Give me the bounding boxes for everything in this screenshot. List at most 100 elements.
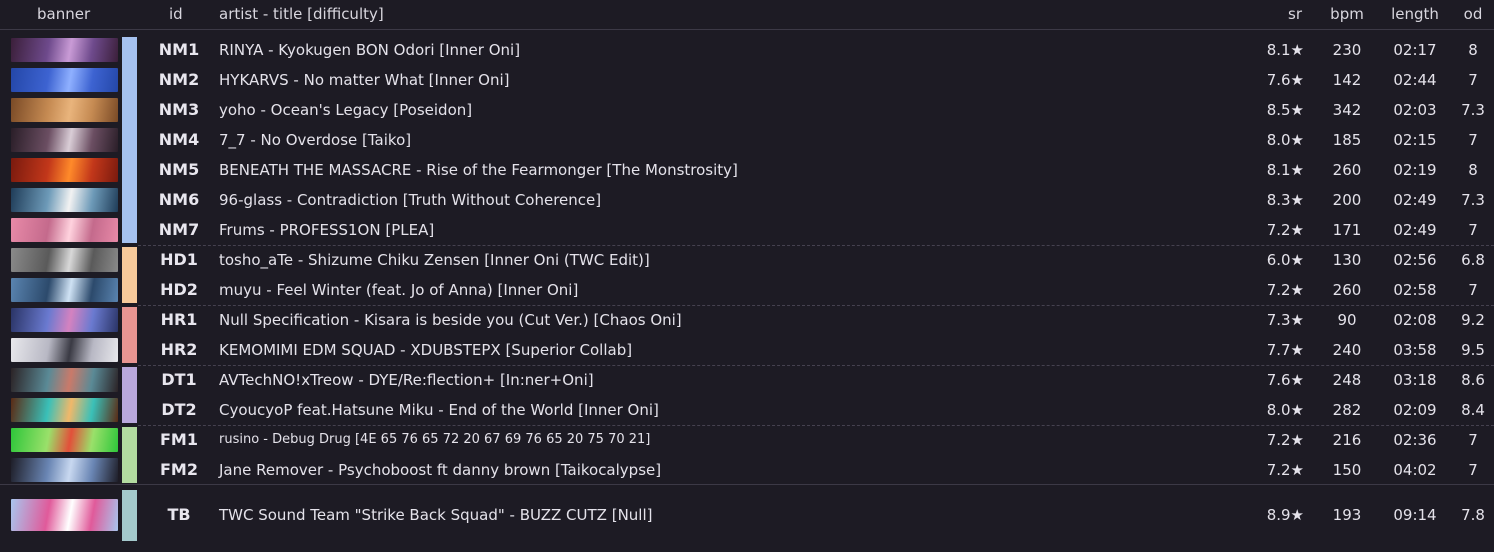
map-banner-image bbox=[11, 278, 118, 302]
mod-color-stripe-nm bbox=[122, 37, 137, 243]
map-id: DT1 bbox=[161, 370, 197, 389]
table-row[interactable]: NM5 BENEATH THE MASSACRE - Rise of the Fe… bbox=[0, 155, 1494, 185]
map-id: HR2 bbox=[160, 340, 198, 359]
length-value: 02:17 bbox=[1393, 41, 1437, 59]
length-value: 04:02 bbox=[1393, 461, 1437, 479]
column-header-od[interactable]: od bbox=[1454, 5, 1492, 23]
length-value: 02:44 bbox=[1393, 71, 1437, 89]
od-value: 7.3 bbox=[1461, 101, 1485, 119]
map-title[interactable]: Null Specification - Kisara is beside yo… bbox=[219, 311, 682, 329]
table-row[interactable]: HR1 Null Specification - Kisara is beside… bbox=[0, 305, 1494, 335]
table-row[interactable]: HD2 muyu - Feel Winter (feat. Jo of Anna)… bbox=[0, 275, 1494, 305]
length-value: 02:09 bbox=[1393, 401, 1437, 419]
column-header-bpm[interactable]: bpm bbox=[1318, 5, 1376, 23]
length-value: 02:15 bbox=[1393, 131, 1437, 149]
map-title[interactable]: KEMOMIMI EDM SQUAD - XDUBSTEPX [Superior… bbox=[219, 341, 632, 359]
map-title[interactable]: TWC Sound Team "Strike Back Squad" - BUZ… bbox=[219, 506, 652, 524]
star-rating: 7.3★ bbox=[1266, 311, 1304, 329]
table-row[interactable]: NM6 96-glass - Contradiction [Truth Witho… bbox=[0, 185, 1494, 215]
od-value: 8.4 bbox=[1461, 401, 1485, 419]
map-title[interactable]: 7_7 - No Overdose [Taiko] bbox=[219, 131, 411, 149]
map-banner-image bbox=[11, 128, 118, 152]
star-rating: 7.2★ bbox=[1266, 221, 1304, 239]
star-rating: 7.6★ bbox=[1266, 371, 1304, 389]
map-title[interactable]: muyu - Feel Winter (feat. Jo of Anna) [I… bbox=[219, 281, 578, 299]
map-id: TB bbox=[167, 505, 191, 524]
star-rating: 8.1★ bbox=[1266, 161, 1304, 179]
map-id: NM4 bbox=[158, 130, 200, 149]
od-value: 7 bbox=[1468, 461, 1478, 479]
star-rating: 8.0★ bbox=[1266, 131, 1304, 149]
length-value: 02:49 bbox=[1393, 191, 1437, 209]
map-title[interactable]: AVTechNO!xTreow - DYE/Re:flection+ [In:n… bbox=[219, 371, 594, 389]
map-banner-image bbox=[11, 98, 118, 122]
column-header-banner[interactable]: banner bbox=[37, 5, 90, 23]
table-row[interactable]: FM2 Jane Remover - Psychoboost ft danny b… bbox=[0, 455, 1494, 485]
map-title[interactable]: tosho_aTe - Shizume Chiku Zensen [Inner … bbox=[219, 251, 650, 269]
bpm-value: 150 bbox=[1332, 461, 1362, 479]
map-title[interactable]: Jane Remover - Psychoboost ft danny brow… bbox=[219, 461, 661, 479]
od-value: 7.3 bbox=[1461, 191, 1485, 209]
star-rating: 8.9★ bbox=[1266, 506, 1304, 524]
map-banner-image bbox=[11, 499, 118, 531]
table-row[interactable]: TB TWC Sound Team "Strike Back Squad" - B… bbox=[0, 488, 1494, 543]
map-title[interactable]: CyoucyoP feat.Hatsune Miku - End of the … bbox=[219, 401, 659, 419]
length-value: 02:58 bbox=[1393, 281, 1437, 299]
table-row[interactable]: NM1 RINYA - Kyokugen BON Odori [Inner Oni… bbox=[0, 35, 1494, 65]
od-value: 7 bbox=[1468, 221, 1478, 239]
map-id: FM1 bbox=[160, 430, 198, 449]
length-value: 03:18 bbox=[1393, 371, 1437, 389]
od-value: 8 bbox=[1468, 41, 1478, 59]
bpm-value: 130 bbox=[1332, 251, 1362, 269]
table-row[interactable]: NM4 7_7 - No Overdose [Taiko] 8.0★ 185 02:15… bbox=[0, 125, 1494, 155]
table-row[interactable]: DT1 AVTechNO!xTreow - DYE/Re:flection+ [I… bbox=[0, 365, 1494, 395]
map-banner-image bbox=[11, 338, 118, 362]
star-rating: 8.5★ bbox=[1266, 101, 1304, 119]
table-row[interactable]: NM3 yoho - Ocean's Legacy [Poseidon] 8.5★ 3… bbox=[0, 95, 1494, 125]
table-row[interactable]: HD1 tosho_aTe - Shizume Chiku Zensen [Inn… bbox=[0, 245, 1494, 275]
map-title[interactable]: RINYA - Kyokugen BON Odori [Inner Oni] bbox=[219, 41, 520, 59]
star-rating: 7.6★ bbox=[1266, 71, 1304, 89]
bpm-value: 230 bbox=[1332, 41, 1362, 59]
map-title[interactable]: 96-glass - Contradiction [Truth Without … bbox=[219, 191, 601, 209]
map-banner-image bbox=[11, 368, 118, 392]
bpm-value: 171 bbox=[1332, 221, 1362, 239]
map-title[interactable]: BENEATH THE MASSACRE - Rise of the Fearm… bbox=[219, 161, 738, 179]
map-id: NM3 bbox=[158, 100, 200, 119]
map-title[interactable]: rusino - Debug Drug [4E 65 76 65 72 20 6… bbox=[219, 432, 650, 447]
length-value: 03:58 bbox=[1393, 341, 1437, 359]
bpm-value: 260 bbox=[1332, 281, 1362, 299]
mod-color-stripe-fm bbox=[122, 427, 137, 483]
map-title[interactable]: Frums - PROFESS1ON [PLEA] bbox=[219, 221, 434, 239]
map-id: HD2 bbox=[160, 280, 198, 299]
length-value: 09:14 bbox=[1393, 506, 1437, 524]
od-value: 7 bbox=[1468, 281, 1478, 299]
table-row[interactable]: FM1 rusino - Debug Drug [4E 65 76 65 72 2… bbox=[0, 425, 1494, 455]
length-value: 02:08 bbox=[1393, 311, 1437, 329]
od-value: 7 bbox=[1468, 431, 1478, 449]
od-value: 7 bbox=[1468, 71, 1478, 89]
mod-color-stripe-hd bbox=[122, 247, 137, 303]
od-value: 8.6 bbox=[1461, 371, 1485, 389]
column-header-title[interactable]: artist - title [difficulty] bbox=[219, 5, 384, 23]
mod-color-stripe-dt bbox=[122, 367, 137, 423]
star-rating: 7.2★ bbox=[1266, 431, 1304, 449]
table-row[interactable]: DT2 CyoucyoP feat.Hatsune Miku - End of t… bbox=[0, 395, 1494, 425]
map-title[interactable]: HYKARVS - No matter What [Inner Oni] bbox=[219, 71, 509, 89]
table-row[interactable]: NM2 HYKARVS - No matter What [Inner Oni] 7… bbox=[0, 65, 1494, 95]
star-rating: 8.1★ bbox=[1266, 41, 1304, 59]
table-row[interactable]: HR2 KEMOMIMI EDM SQUAD - XDUBSTEPX [Super… bbox=[0, 335, 1494, 365]
star-rating: 8.0★ bbox=[1266, 401, 1304, 419]
column-header-length[interactable]: length bbox=[1385, 5, 1445, 23]
map-id: DT2 bbox=[161, 400, 197, 419]
map-id: HR1 bbox=[160, 310, 198, 329]
map-id: NM1 bbox=[158, 40, 200, 59]
star-rating: 7.7★ bbox=[1266, 341, 1304, 359]
column-header-sr[interactable]: sr bbox=[1264, 5, 1302, 23]
map-title[interactable]: yoho - Ocean's Legacy [Poseidon] bbox=[219, 101, 472, 119]
table-row[interactable]: NM7 Frums - PROFESS1ON [PLEA] 7.2★ 171 02:49… bbox=[0, 215, 1494, 245]
map-id: FM2 bbox=[160, 460, 198, 479]
length-value: 02:36 bbox=[1393, 431, 1437, 449]
bpm-value: 282 bbox=[1332, 401, 1362, 419]
column-header-id[interactable]: id bbox=[169, 5, 183, 23]
